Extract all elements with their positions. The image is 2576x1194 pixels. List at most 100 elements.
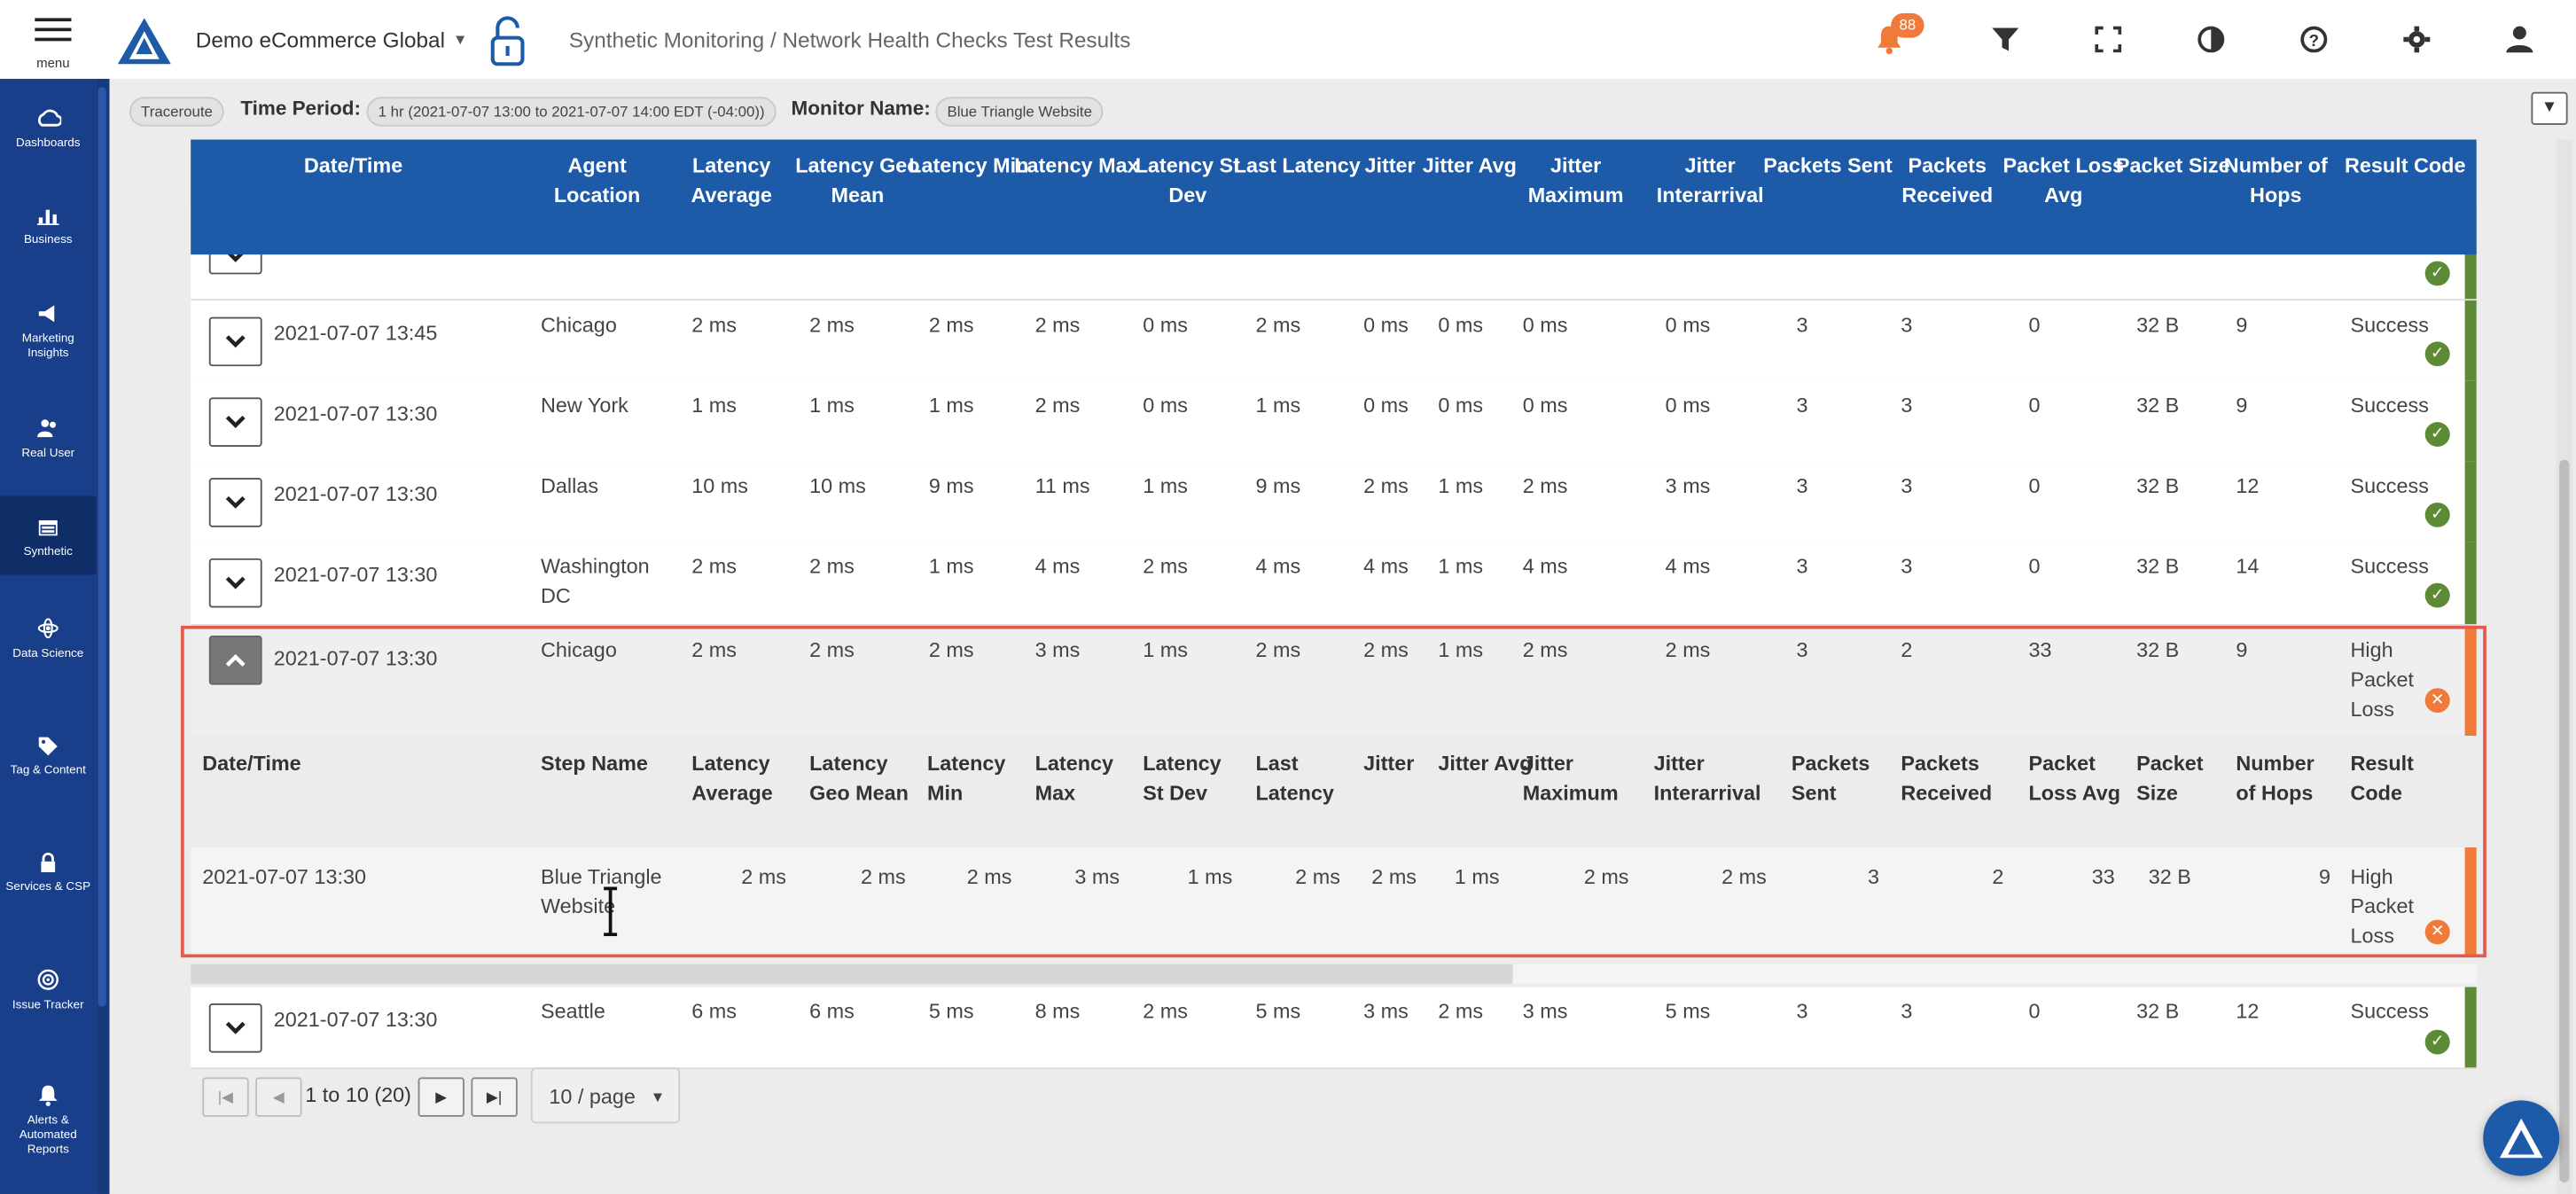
sidebar-scrollbar-thumb[interactable] [98, 87, 106, 1007]
company-selector[interactable]: Demo eCommerce Global [196, 27, 445, 52]
table-row[interactable]: 2021-07-07 13:30 Chicago 2 ms 2 ms 2 ms 3 ms 1… [191, 625, 2477, 737]
help-button[interactable]: ? [2292, 18, 2336, 60]
detail-column-header[interactable]: Packet Size [2136, 749, 2239, 808]
detail-column-header[interactable]: Date/Time [202, 749, 402, 778]
horizontal-scrollbar-thumb[interactable] [191, 964, 1513, 984]
detail-column-header[interactable]: Latency Max [1035, 749, 1138, 808]
vertical-scrollbar-thumb[interactable] [2559, 459, 2570, 1183]
success-icon: ✓ [2424, 341, 2450, 367]
detail-cell-recv: 2 [1992, 865, 2004, 889]
sidebar-item-label: Services & CSP [5, 878, 91, 894]
first-page-button[interactable]: |◀ [202, 1077, 249, 1117]
sidebar-item-data-science[interactable]: Data Science [0, 618, 97, 660]
notification-badge: 88 [1891, 12, 1924, 38]
fullscreen-button[interactable] [2087, 18, 2130, 60]
detail-column-header[interactable]: Last Latency [1255, 749, 1358, 808]
detail-table-row[interactable]: 2021-07-07 13:30 Blue Triangle Website 2 m… [191, 847, 2477, 956]
hamburger-icon [35, 18, 72, 22]
status-bar [2464, 542, 2477, 625]
table-row[interactable]: 2021-07-07 13:30 Washington DC 2 ms 2 ms 1 m… [191, 542, 2477, 626]
expand-row-button[interactable] [208, 397, 262, 447]
user-menu-button[interactable] [2498, 18, 2541, 60]
detail-column-header[interactable]: Latency Min [927, 749, 1030, 808]
sidebar-item-business[interactable]: Business [0, 204, 97, 246]
cell-sent: 3 [1796, 1000, 1808, 1024]
sidebar-item-real-user[interactable]: Real User [0, 418, 97, 460]
table-row[interactable]: 2021-07-07 13:30 Dallas 10 ms 10 ms 9 ms 11 m… [191, 461, 2477, 544]
detail-column-header[interactable]: Latency Average [691, 749, 794, 808]
cell-jitter: 0 ms [1363, 394, 1409, 418]
sidebar-item-marketing-insights[interactable]: Marketing Insights [0, 302, 97, 360]
detail-column-header[interactable]: Step Name [541, 749, 674, 778]
column-header[interactable]: Number of Hops [2209, 152, 2342, 210]
cell-lat-geo: 10 ms [809, 474, 866, 498]
table-row[interactable]: 2021-07-07 13:45 Chicago 2 ms 2 ms 2 ms 2 ms 0… [191, 300, 2477, 383]
sidebar-item-tag-content[interactable]: Tag & Content [0, 734, 97, 776]
blue-triangle-logo-icon[interactable] [116, 17, 173, 66]
detail-column-header[interactable]: Latency St Dev [1143, 749, 1245, 808]
cell-lat-std: 0 ms [1143, 394, 1188, 418]
vertical-scrollbar[interactable] [2556, 139, 2573, 1194]
traceroute-chip[interactable]: Traceroute [129, 97, 224, 127]
detail-column-header[interactable]: Packet Loss Avg [2028, 749, 2131, 808]
assistant-button[interactable] [2483, 1100, 2560, 1176]
user-icon [2506, 26, 2533, 53]
detail-column-header[interactable]: Packets Sent [1791, 749, 1894, 808]
horizontal-scrollbar[interactable] [191, 964, 2477, 984]
expand-row-button[interactable] [208, 316, 262, 367]
column-header[interactable]: Jitter Interarrival [1643, 152, 1776, 210]
page-size-select[interactable]: 10 / page ▼ [530, 1067, 681, 1124]
filter-button[interactable] [1984, 18, 2027, 60]
expand-row-button[interactable] [208, 558, 262, 608]
column-header[interactable]: Packets Received [1881, 152, 2014, 210]
detail-column-header[interactable]: Result Code [2350, 749, 2453, 808]
sidebar-item-issue-tracker[interactable]: Issue Tracker [0, 969, 97, 1011]
detail-column-header[interactable]: Jitter Maximum [1523, 749, 1626, 808]
detail-column-header[interactable]: Packets Received [1901, 749, 2003, 808]
cell-size: 32 B [2136, 394, 2180, 418]
time-period-chip[interactable]: 1 hr (2021-07-07 13:00 to 2021-07-07 14:… [366, 97, 777, 127]
sidebar-item-services-csp[interactable]: Services & CSP [0, 851, 97, 894]
collapse-row-button[interactable] [208, 636, 262, 685]
sidebar-item-label: Business [23, 231, 73, 246]
table-row[interactable]: 2021-07-07 13:30 New York 1 ms 1 ms 1 ms 2 ms… [191, 380, 2477, 464]
sidebar-item-dashboards[interactable]: Dashboards [0, 106, 97, 150]
table-row[interactable]: 2021-07-07 13:30 Seattle 6 ms 6 ms 5 ms 8 ms 2… [191, 987, 2477, 1070]
page-size-value: 10 / page [549, 1085, 636, 1109]
cell-jit-max: 0 ms [1522, 394, 1568, 418]
cell-result: High Packet Loss [2350, 638, 2415, 722]
monitor-name-chip[interactable]: Blue Triangle Website [935, 97, 1105, 127]
cell-datetime: 2021-07-07 13:45 [273, 322, 438, 346]
prev-page-button[interactable]: ◀ [255, 1077, 302, 1117]
column-header[interactable]: Jitter Maximum [1510, 152, 1643, 210]
sidebar-item-alerts-automated-reports[interactable]: Alerts & Automated Reports [0, 1084, 97, 1156]
detail-column-header[interactable]: Latency Geo Mean [809, 749, 912, 808]
cell-hops: 9 [2236, 394, 2248, 418]
error-icon: ✕ [2424, 919, 2450, 945]
filter-toggle-button[interactable]: ▼ [2531, 91, 2568, 125]
column-header[interactable]: Agent Location [531, 152, 664, 210]
page-range: 1 to 10 (20) [305, 1083, 411, 1107]
status-bar [2464, 380, 2477, 462]
column-header[interactable]: Packets Sent [1761, 152, 1894, 181]
last-page-button[interactable]: ▶| [471, 1077, 518, 1117]
expand-row-button[interactable] [208, 1003, 262, 1053]
sidebar-item-synthetic[interactable]: Synthetic [0, 496, 97, 575]
column-header[interactable]: Latency Average [665, 152, 798, 210]
menu-button[interactable]: menu [23, 13, 82, 73]
chevron-down-icon[interactable]: ▼ [453, 31, 468, 48]
detail-column-header[interactable]: Jitter Interarrival [1654, 749, 1761, 808]
contrast-button[interactable] [2190, 18, 2233, 60]
prev-page-icon: ◀ [272, 1088, 285, 1105]
column-header[interactable]: Result Code [2338, 152, 2471, 181]
cell-loss: 0 [2028, 474, 2041, 498]
sidebar-scrollbar[interactable] [96, 78, 110, 1194]
settings-button[interactable] [2395, 18, 2439, 60]
detail-column-header[interactable]: Number of Hops [2236, 749, 2338, 808]
column-header[interactable]: Date/Time [254, 152, 453, 181]
cell-lat-std: 2 ms [1143, 1000, 1188, 1024]
next-page-button[interactable]: ▶ [418, 1077, 464, 1117]
unlock-icon[interactable] [488, 15, 527, 67]
expand-row-button[interactable] [208, 478, 262, 527]
cell-jit-avg: 1 ms [1438, 555, 1484, 579]
